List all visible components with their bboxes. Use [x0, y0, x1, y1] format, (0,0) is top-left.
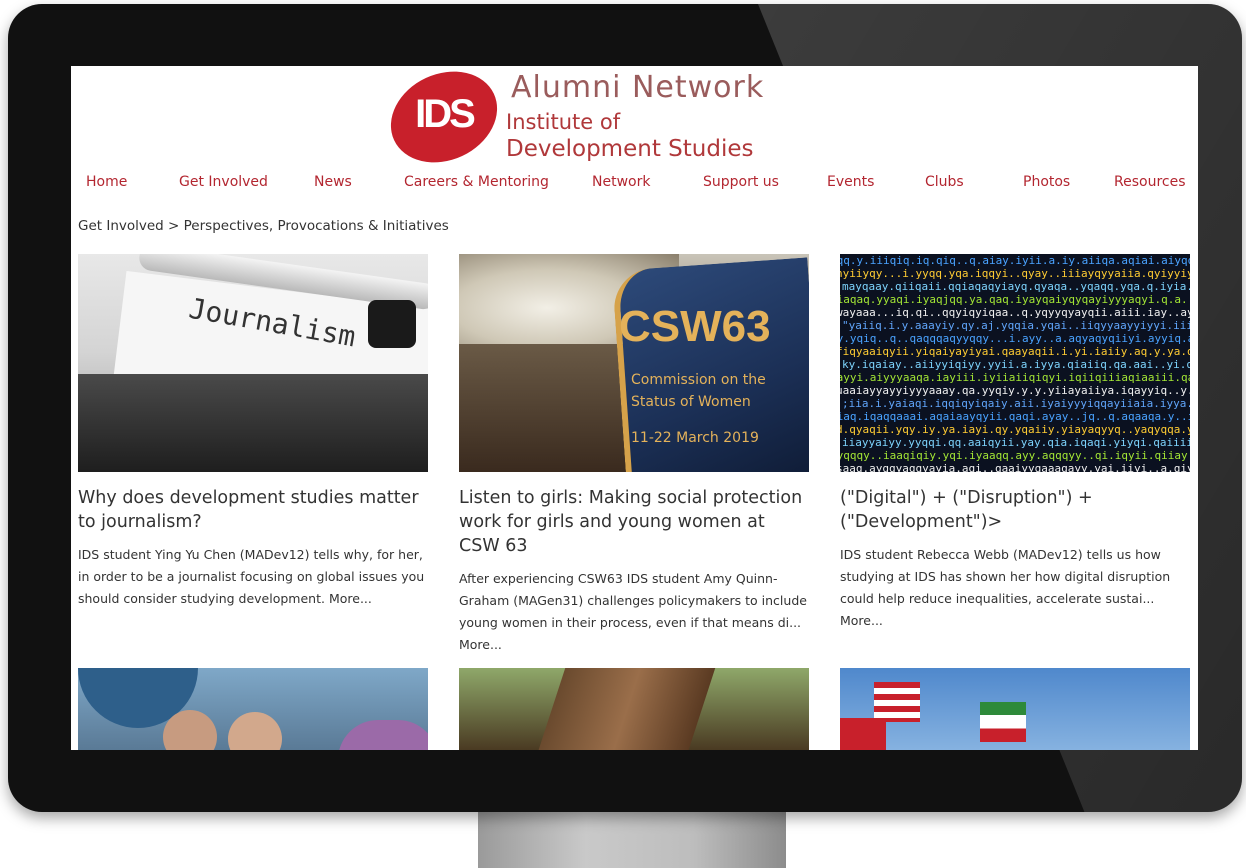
- code-texture-line: +iaq.iqaqqaaai.aqaiaayqyii.qaqi.ayay..jq…: [840, 410, 1190, 423]
- main-nav: Home Get Involved News Careers & Mentori…: [71, 174, 1198, 200]
- nav-photos[interactable]: Photos: [1023, 174, 1070, 190]
- more-link[interactable]: More...: [840, 613, 883, 628]
- code-texture-line: ;iia.i.yaiaqi.iqqiqyiqaiy.aii.iyaiyyyiqq…: [842, 397, 1190, 410]
- article-summary: IDS student Rebecca Webb (MADev12) tells…: [840, 544, 1190, 632]
- nav-home[interactable]: Home: [86, 174, 127, 190]
- code-texture-line: saaq.ayqqyaqqyayia.aqi..qaaiyyqaaaqayy.y…: [840, 462, 1190, 472]
- article-card-digital: cqq.y.iiiqiq.iq.qiq..q.aiay.iyii.a.iy.ai…: [840, 254, 1190, 632]
- code-texture-line: riaqaq.yyaqi.iyaqjqq.ya.qaq.iyayqaiyqyqa…: [840, 293, 1190, 306]
- badge-title: CSW63: [619, 302, 771, 351]
- code-texture-line: "yaiiq.i.y.aaayiy.qy.aj.yqqia.yqai..iiqy…: [842, 319, 1190, 332]
- monitor-frame: IDS Alumni Network Institute of Developm…: [8, 4, 1242, 812]
- nav-news[interactable]: News: [314, 174, 352, 190]
- article-summary-text: IDS student Rebecca Webb (MADev12) tells…: [840, 547, 1171, 606]
- code-texture-line: hyiiyqy...i.yyqq.yqa.iqqyi..qyay..iiiayq…: [840, 267, 1190, 280]
- code-texture-line: iiayyaiyy.yyqqi.qq.aaiqyii.yay.qia.iqaqi…: [842, 436, 1190, 449]
- article-summary-text: IDS student Ying Yu Chen (MADev12) tells…: [78, 547, 425, 606]
- article-card-journalism: Journalism Why does development studies …: [78, 254, 428, 610]
- code-texture-line: d.qyaqii.yqy.iy.ya.iayi.qy.yqaiiy.yiayaq…: [840, 423, 1190, 436]
- code-texture-line: wayaaa...iq.qi..qqyiqyiqaa..q.yqyyqyayqi…: [840, 306, 1190, 319]
- typewriter-keys: [78, 374, 428, 472]
- typewriter-knob: [368, 300, 416, 348]
- person: [163, 710, 217, 750]
- article-title[interactable]: ("Digital") + ("Disruption") + ("Develop…: [840, 486, 1190, 534]
- badge-line-3: 11-22 March 2019: [631, 430, 759, 446]
- umbrella: [338, 720, 428, 750]
- breadcrumb: Get Involved > Perspectives, Provocation…: [78, 218, 449, 234]
- tree-trunk: [532, 668, 716, 750]
- browser-screen: IDS Alumni Network Institute of Developm…: [71, 66, 1198, 750]
- article-title[interactable]: Why does development studies matter to j…: [78, 486, 428, 534]
- article-summary: IDS student Ying Yu Chen (MADev12) tells…: [78, 544, 428, 610]
- logo-title: Alumni Network: [511, 70, 765, 105]
- nav-support-us[interactable]: Support us: [703, 174, 779, 190]
- nav-network[interactable]: Network: [592, 174, 650, 190]
- code-texture-line: uaaiayyayyiyyyaaay.qa.yyqiy.y.y.yiiayaii…: [840, 384, 1190, 397]
- more-link[interactable]: More...: [329, 591, 372, 606]
- article-image-tree[interactable]: [459, 668, 809, 750]
- article-title[interactable]: Listen to girls: Making social protectio…: [459, 486, 809, 558]
- code-texture-line: cqq.y.iiiqiq.iq.qiq..q.aiay.iyii.a.iy.ai…: [840, 254, 1190, 267]
- article-summary: After experiencing CSW63 IDS student Amy…: [459, 568, 809, 656]
- flag: [980, 702, 1026, 742]
- nav-events[interactable]: Events: [827, 174, 874, 190]
- code-texture-line: ky.iqaiay..aiiyyiqiyy.yyii.a.iyya.qiaiiq…: [842, 358, 1190, 371]
- code-texture-line: nyqqqy..iaaqiqiy.yqi.iyaaqq.ayy.aqqqyy..…: [840, 449, 1190, 462]
- nav-resources[interactable]: Resources: [1114, 174, 1186, 190]
- person: [228, 712, 282, 750]
- logo-mark: IDS: [415, 92, 476, 136]
- article-image-journalism[interactable]: Journalism: [78, 254, 428, 472]
- article-image-code[interactable]: cqq.y.iiiqiq.iq.qiq..q.aiay.iyii.a.iy.ai…: [840, 254, 1190, 472]
- badge-line-1: Commission on the: [631, 372, 766, 388]
- nav-careers-mentoring[interactable]: Careers & Mentoring: [404, 174, 549, 190]
- article-summary-text: After experiencing CSW63 IDS student Amy…: [459, 571, 807, 630]
- badge-line-2: Status of Women: [631, 394, 751, 410]
- flag: [840, 718, 886, 750]
- code-texture-line: ay.yqiq..q..qaqqqaqyyqqy...i.ayy..a.aqya…: [840, 332, 1190, 345]
- code-texture-line: fiqyaaiqyii.yiqaiyayiyai.qaayaqii.i.yi.i…: [840, 345, 1190, 358]
- more-link[interactable]: More...: [459, 637, 502, 652]
- nav-get-involved[interactable]: Get Involved: [179, 174, 268, 190]
- code-texture-line: mayqaay.qiiqaii.qqiaqaqyiayq.qyaqa..yqaq…: [842, 280, 1190, 293]
- site-logo[interactable]: IDS Alumni Network Institute of Developm…: [375, 66, 769, 180]
- article-image-flags[interactable]: [840, 668, 1190, 750]
- nav-clubs[interactable]: Clubs: [925, 174, 964, 190]
- code-texture-line: payyi.aiyyyaaqa.iayiii.iyiiaiiqiqyi.iqii…: [840, 371, 1190, 384]
- logo-subtitle-line2: Development Studies: [506, 136, 754, 162]
- article-image-csw63[interactable]: CSW63 Commission on the Status of Women …: [459, 254, 809, 472]
- logo-subtitle-line1: Institute of: [506, 110, 621, 134]
- article-image-crowd[interactable]: [78, 668, 428, 750]
- flag: [874, 682, 920, 722]
- article-card-csw63: CSW63 Commission on the Status of Women …: [459, 254, 809, 656]
